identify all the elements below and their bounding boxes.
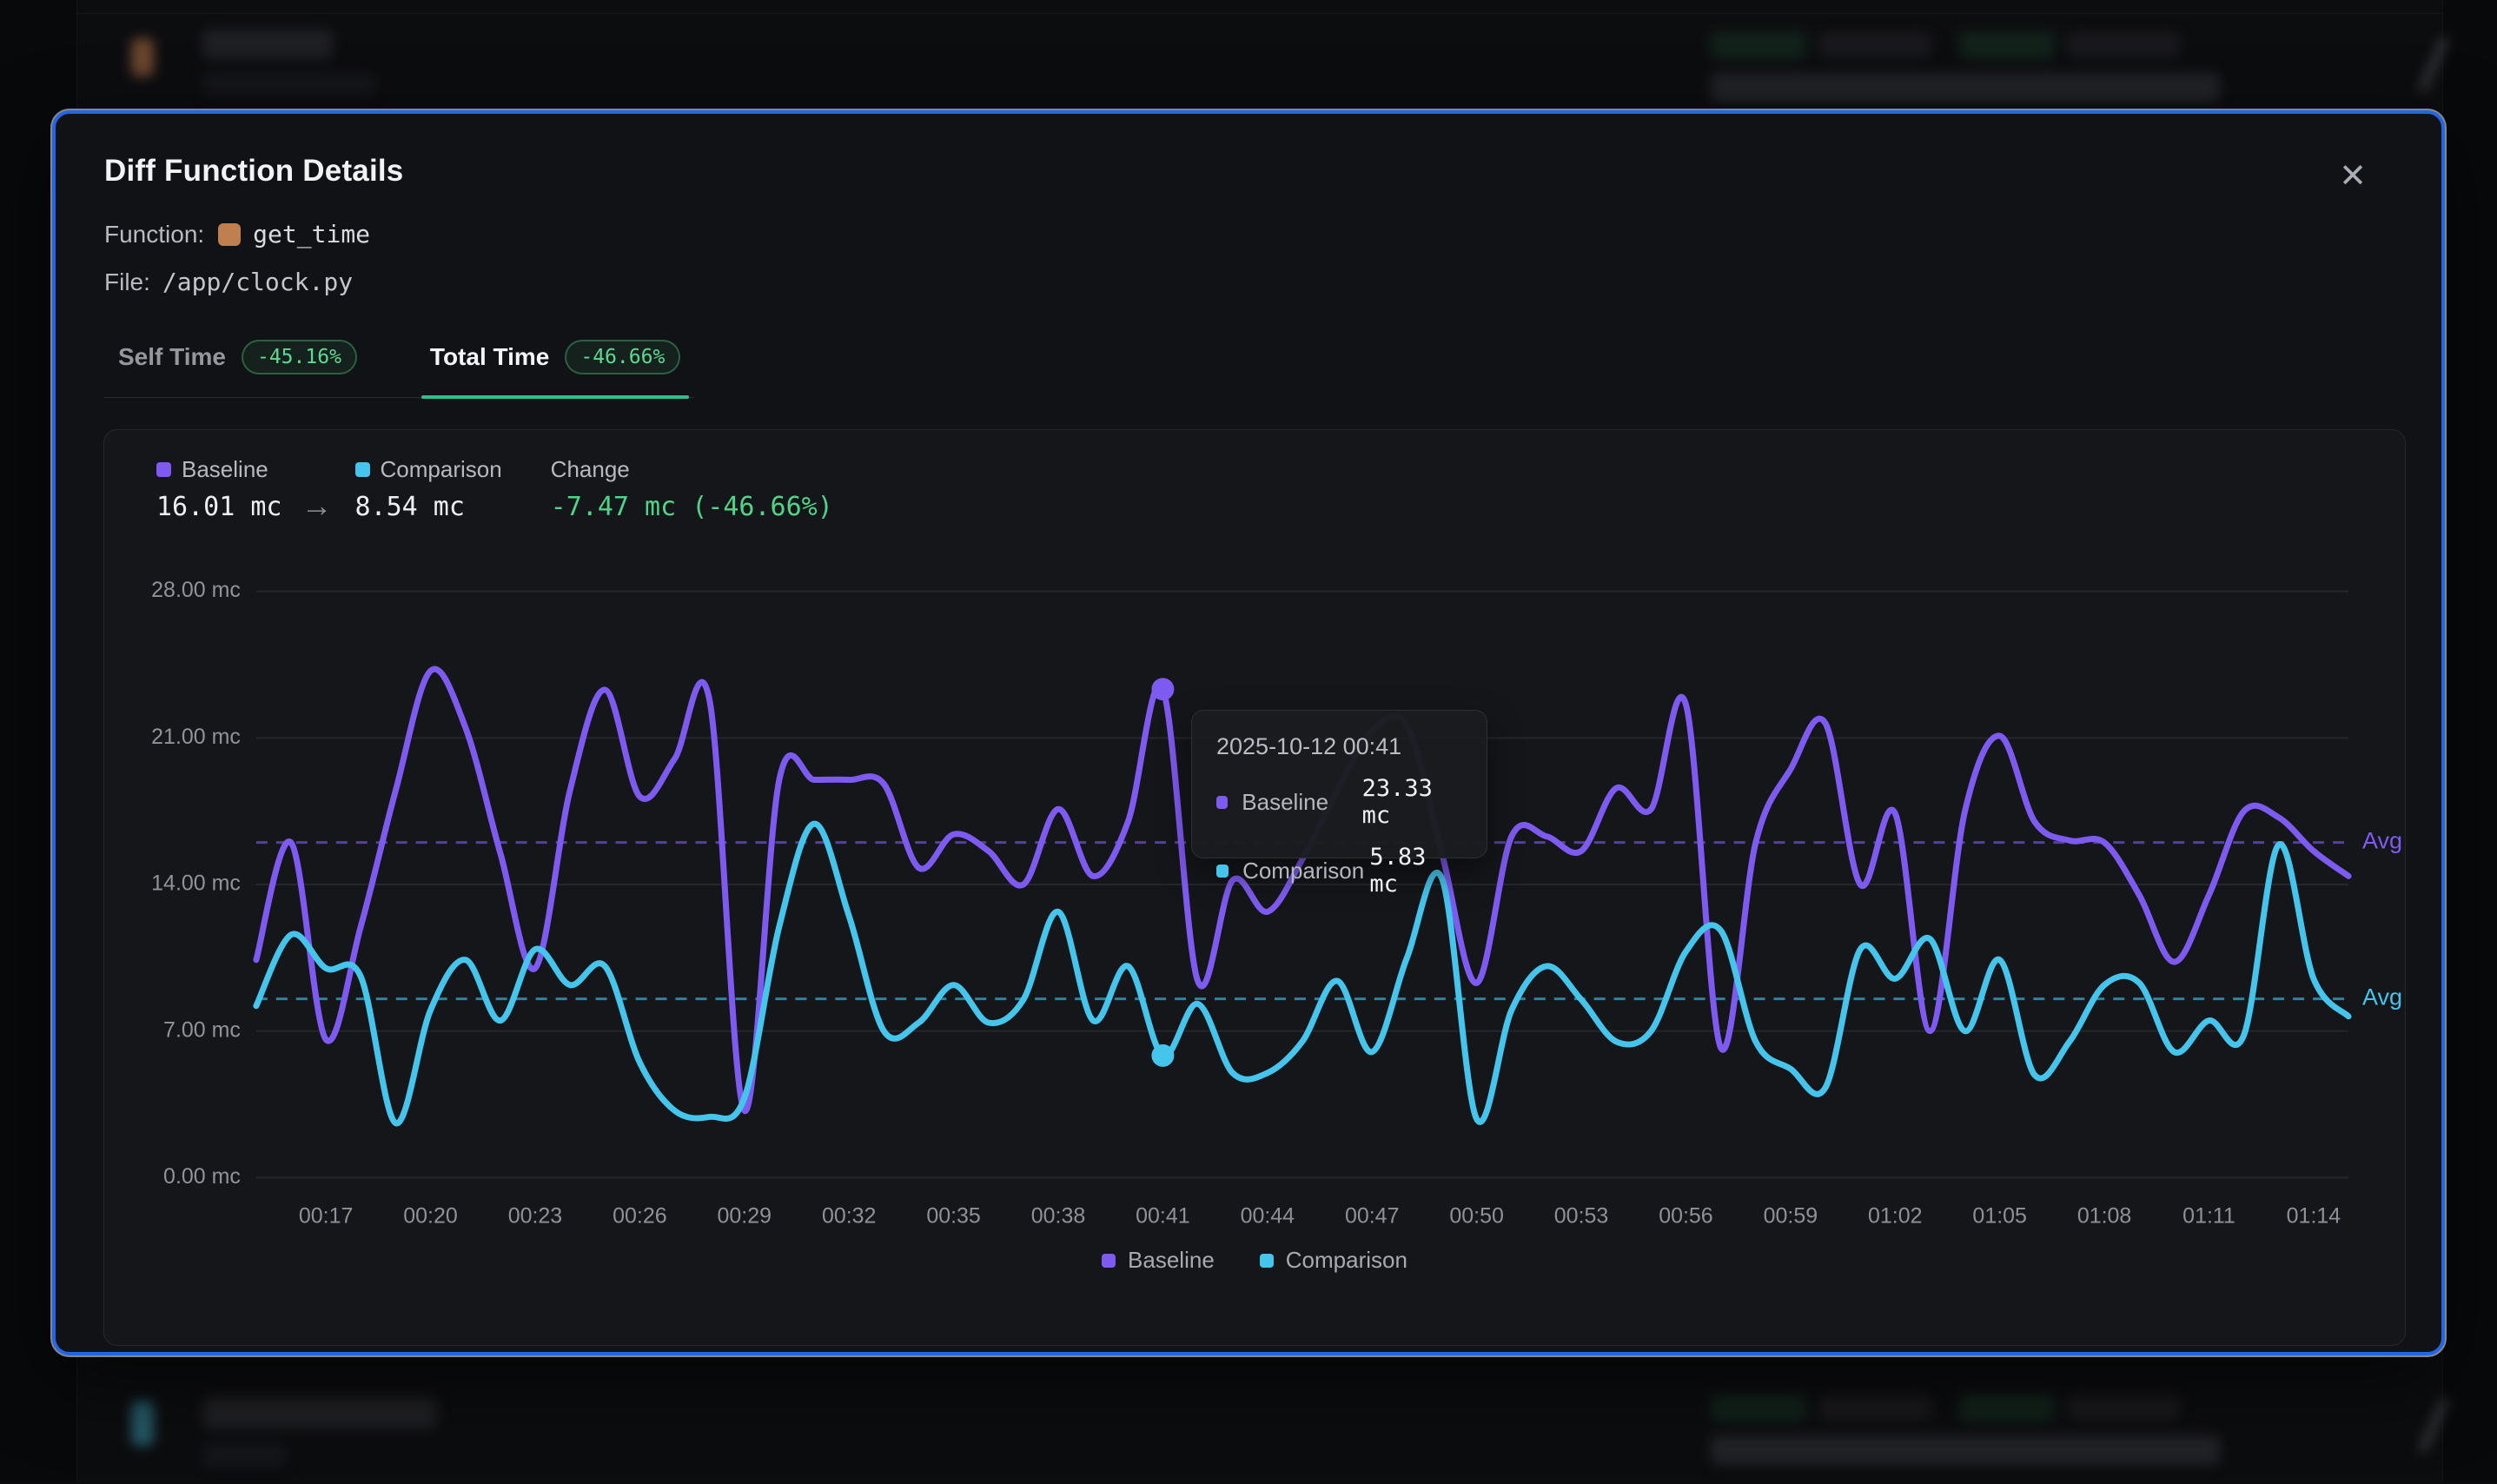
comparison-swatch-icon xyxy=(355,462,370,477)
modal-title: Diff Function Details xyxy=(104,154,2393,189)
svg-text:00:23: 00:23 xyxy=(508,1203,562,1228)
svg-text:00:32: 00:32 xyxy=(822,1203,876,1228)
chart-stats-header: Baseline 16.01 mc → Comparison 8.54 mc C… xyxy=(156,456,833,524)
svg-text:00:26: 00:26 xyxy=(613,1203,666,1228)
svg-text:7.00 mc: 7.00 mc xyxy=(163,1017,241,1042)
comparison-label: Comparison xyxy=(381,456,502,483)
change-label: Change xyxy=(551,456,630,483)
svg-text:Avg: Avg xyxy=(2362,828,2402,854)
baseline-stat: Baseline 16.01 mc xyxy=(156,456,282,522)
svg-text:01:08: 01:08 xyxy=(2077,1203,2131,1228)
baseline-value: 16.01 mc xyxy=(156,492,282,522)
function-name: get_time xyxy=(253,220,370,248)
svg-text:00:44: 00:44 xyxy=(1241,1203,1295,1228)
svg-text:01:02: 01:02 xyxy=(1868,1203,1922,1228)
baseline-swatch-icon xyxy=(1216,796,1228,809)
baseline-label: Baseline xyxy=(182,456,268,483)
close-icon[interactable]: ✕ xyxy=(2328,152,2377,201)
svg-text:00:35: 00:35 xyxy=(926,1203,980,1228)
legend-item-baseline[interactable]: Baseline xyxy=(1102,1247,1215,1274)
baseline-swatch-icon xyxy=(156,462,171,477)
svg-text:00:38: 00:38 xyxy=(1031,1203,1085,1228)
arrow-right-icon: → xyxy=(301,487,333,524)
svg-text:00:59: 00:59 xyxy=(1764,1203,1818,1228)
tooltip-baseline-row: Baseline 23.33 mc xyxy=(1216,775,1462,829)
svg-text:00:47: 00:47 xyxy=(1345,1203,1399,1228)
svg-text:00:56: 00:56 xyxy=(1659,1203,1712,1228)
file-path: /app/clock.py xyxy=(162,268,353,296)
svg-text:Avg: Avg xyxy=(2362,984,2402,1010)
tab-total-time[interactable]: Total Time -46.66% xyxy=(421,335,689,397)
svg-text:21.00 mc: 21.00 mc xyxy=(151,725,241,749)
svg-text:14.00 mc: 14.00 mc xyxy=(151,871,241,896)
comparison-value: 8.54 mc xyxy=(355,492,502,522)
tab-self-time[interactable]: Self Time -45.16% xyxy=(109,335,366,397)
svg-text:00:20: 00:20 xyxy=(403,1203,457,1228)
change-value: -7.47 mc (-46.66%) xyxy=(551,492,833,522)
svg-text:28.00 mc: 28.00 mc xyxy=(151,578,241,602)
file-label: File: xyxy=(104,268,150,296)
diff-chart-panel: 28.00 mc 21.00 mc 14.00 mc 7.00 mc 0.00 mc 00… xyxy=(103,429,2406,1346)
comparison-stat: Comparison 8.54 mc xyxy=(355,456,502,522)
self-time-delta-badge: -45.16% xyxy=(242,340,357,374)
file-row: File: /app/clock.py xyxy=(104,268,2393,296)
baseline-swatch-icon xyxy=(1102,1254,1116,1268)
comparison-swatch-icon xyxy=(1260,1254,1274,1268)
chart-legend: Baseline Comparison xyxy=(104,1247,2405,1274)
diff-function-details-modal: ✕ Diff Function Details Function: get_ti… xyxy=(52,110,2445,1355)
svg-text:0.00 mc: 0.00 mc xyxy=(163,1164,241,1189)
svg-text:01:14: 01:14 xyxy=(2287,1203,2341,1228)
svg-text:01:11: 01:11 xyxy=(2182,1203,2235,1228)
time-mode-tabs: Self Time -45.16% Total Time -46.66% xyxy=(104,335,694,398)
svg-text:00:41: 00:41 xyxy=(1136,1203,1189,1228)
svg-text:00:17: 00:17 xyxy=(299,1203,353,1228)
function-row: Function: get_time xyxy=(104,220,2393,248)
change-stat: Change -7.47 mc (-46.66%) xyxy=(551,456,833,522)
comparison-swatch-icon xyxy=(1216,865,1229,878)
function-color-icon xyxy=(218,223,241,246)
chart-tooltip: 2025-10-12 00:41 Baseline 23.33 mc Compa… xyxy=(1191,710,1487,858)
svg-text:01:05: 01:05 xyxy=(1972,1203,2026,1228)
function-label: Function: xyxy=(104,221,204,248)
tooltip-comparison-row: Comparison 5.83 mc xyxy=(1216,844,1462,898)
total-time-delta-badge: -46.66% xyxy=(565,340,680,374)
tooltip-date: 2025-10-12 00:41 xyxy=(1216,733,1462,760)
svg-text:00:50: 00:50 xyxy=(1449,1203,1503,1228)
legend-item-comparison[interactable]: Comparison xyxy=(1260,1247,1407,1274)
svg-text:00:53: 00:53 xyxy=(1554,1203,1608,1228)
svg-text:00:29: 00:29 xyxy=(718,1203,772,1228)
